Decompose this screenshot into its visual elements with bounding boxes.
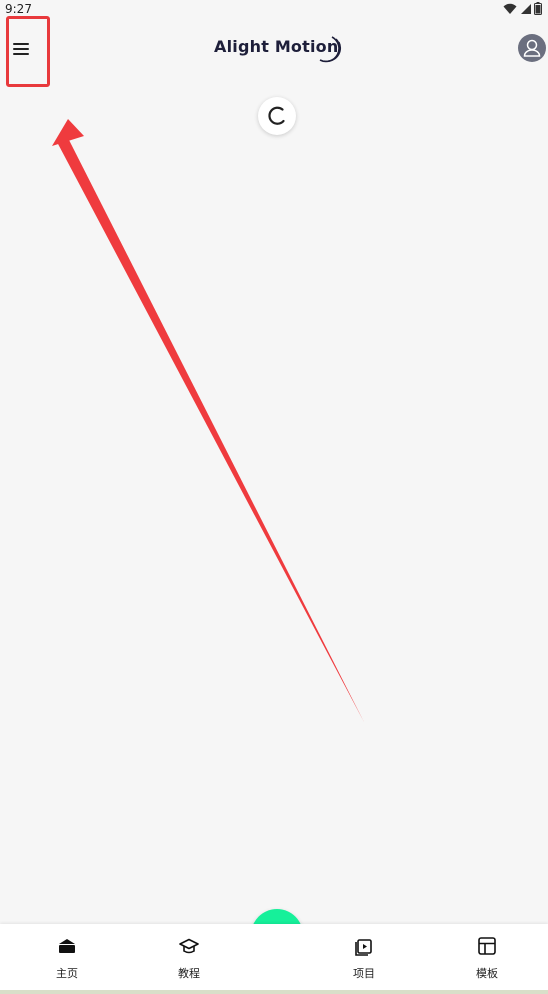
nav-item-templates[interactable]: 模板 <box>457 924 517 992</box>
template-icon <box>478 937 496 955</box>
home-icon <box>59 939 75 953</box>
nav-item-tutorials[interactable]: 教程 <box>159 924 219 992</box>
bottom-navigation: 主页 教程 项目 模板 <box>0 924 548 992</box>
nav-label-tutorials: 教程 <box>178 967 200 980</box>
app-screen: 9:27 Alight Motion 主页 教程 项目 模板 <box>0 0 548 994</box>
nav-label-projects: 项目 <box>353 967 375 980</box>
nav-item-projects[interactable]: 项目 <box>334 924 394 992</box>
nav-label-home: 主页 <box>56 967 78 980</box>
annotation-arrow-icon <box>52 119 364 722</box>
bottom-edge <box>0 990 548 994</box>
projects-icon <box>355 939 372 956</box>
nav-item-home[interactable]: 主页 <box>37 924 97 992</box>
nav-label-templates: 模板 <box>476 967 498 980</box>
graduation-cap-icon <box>179 938 199 954</box>
